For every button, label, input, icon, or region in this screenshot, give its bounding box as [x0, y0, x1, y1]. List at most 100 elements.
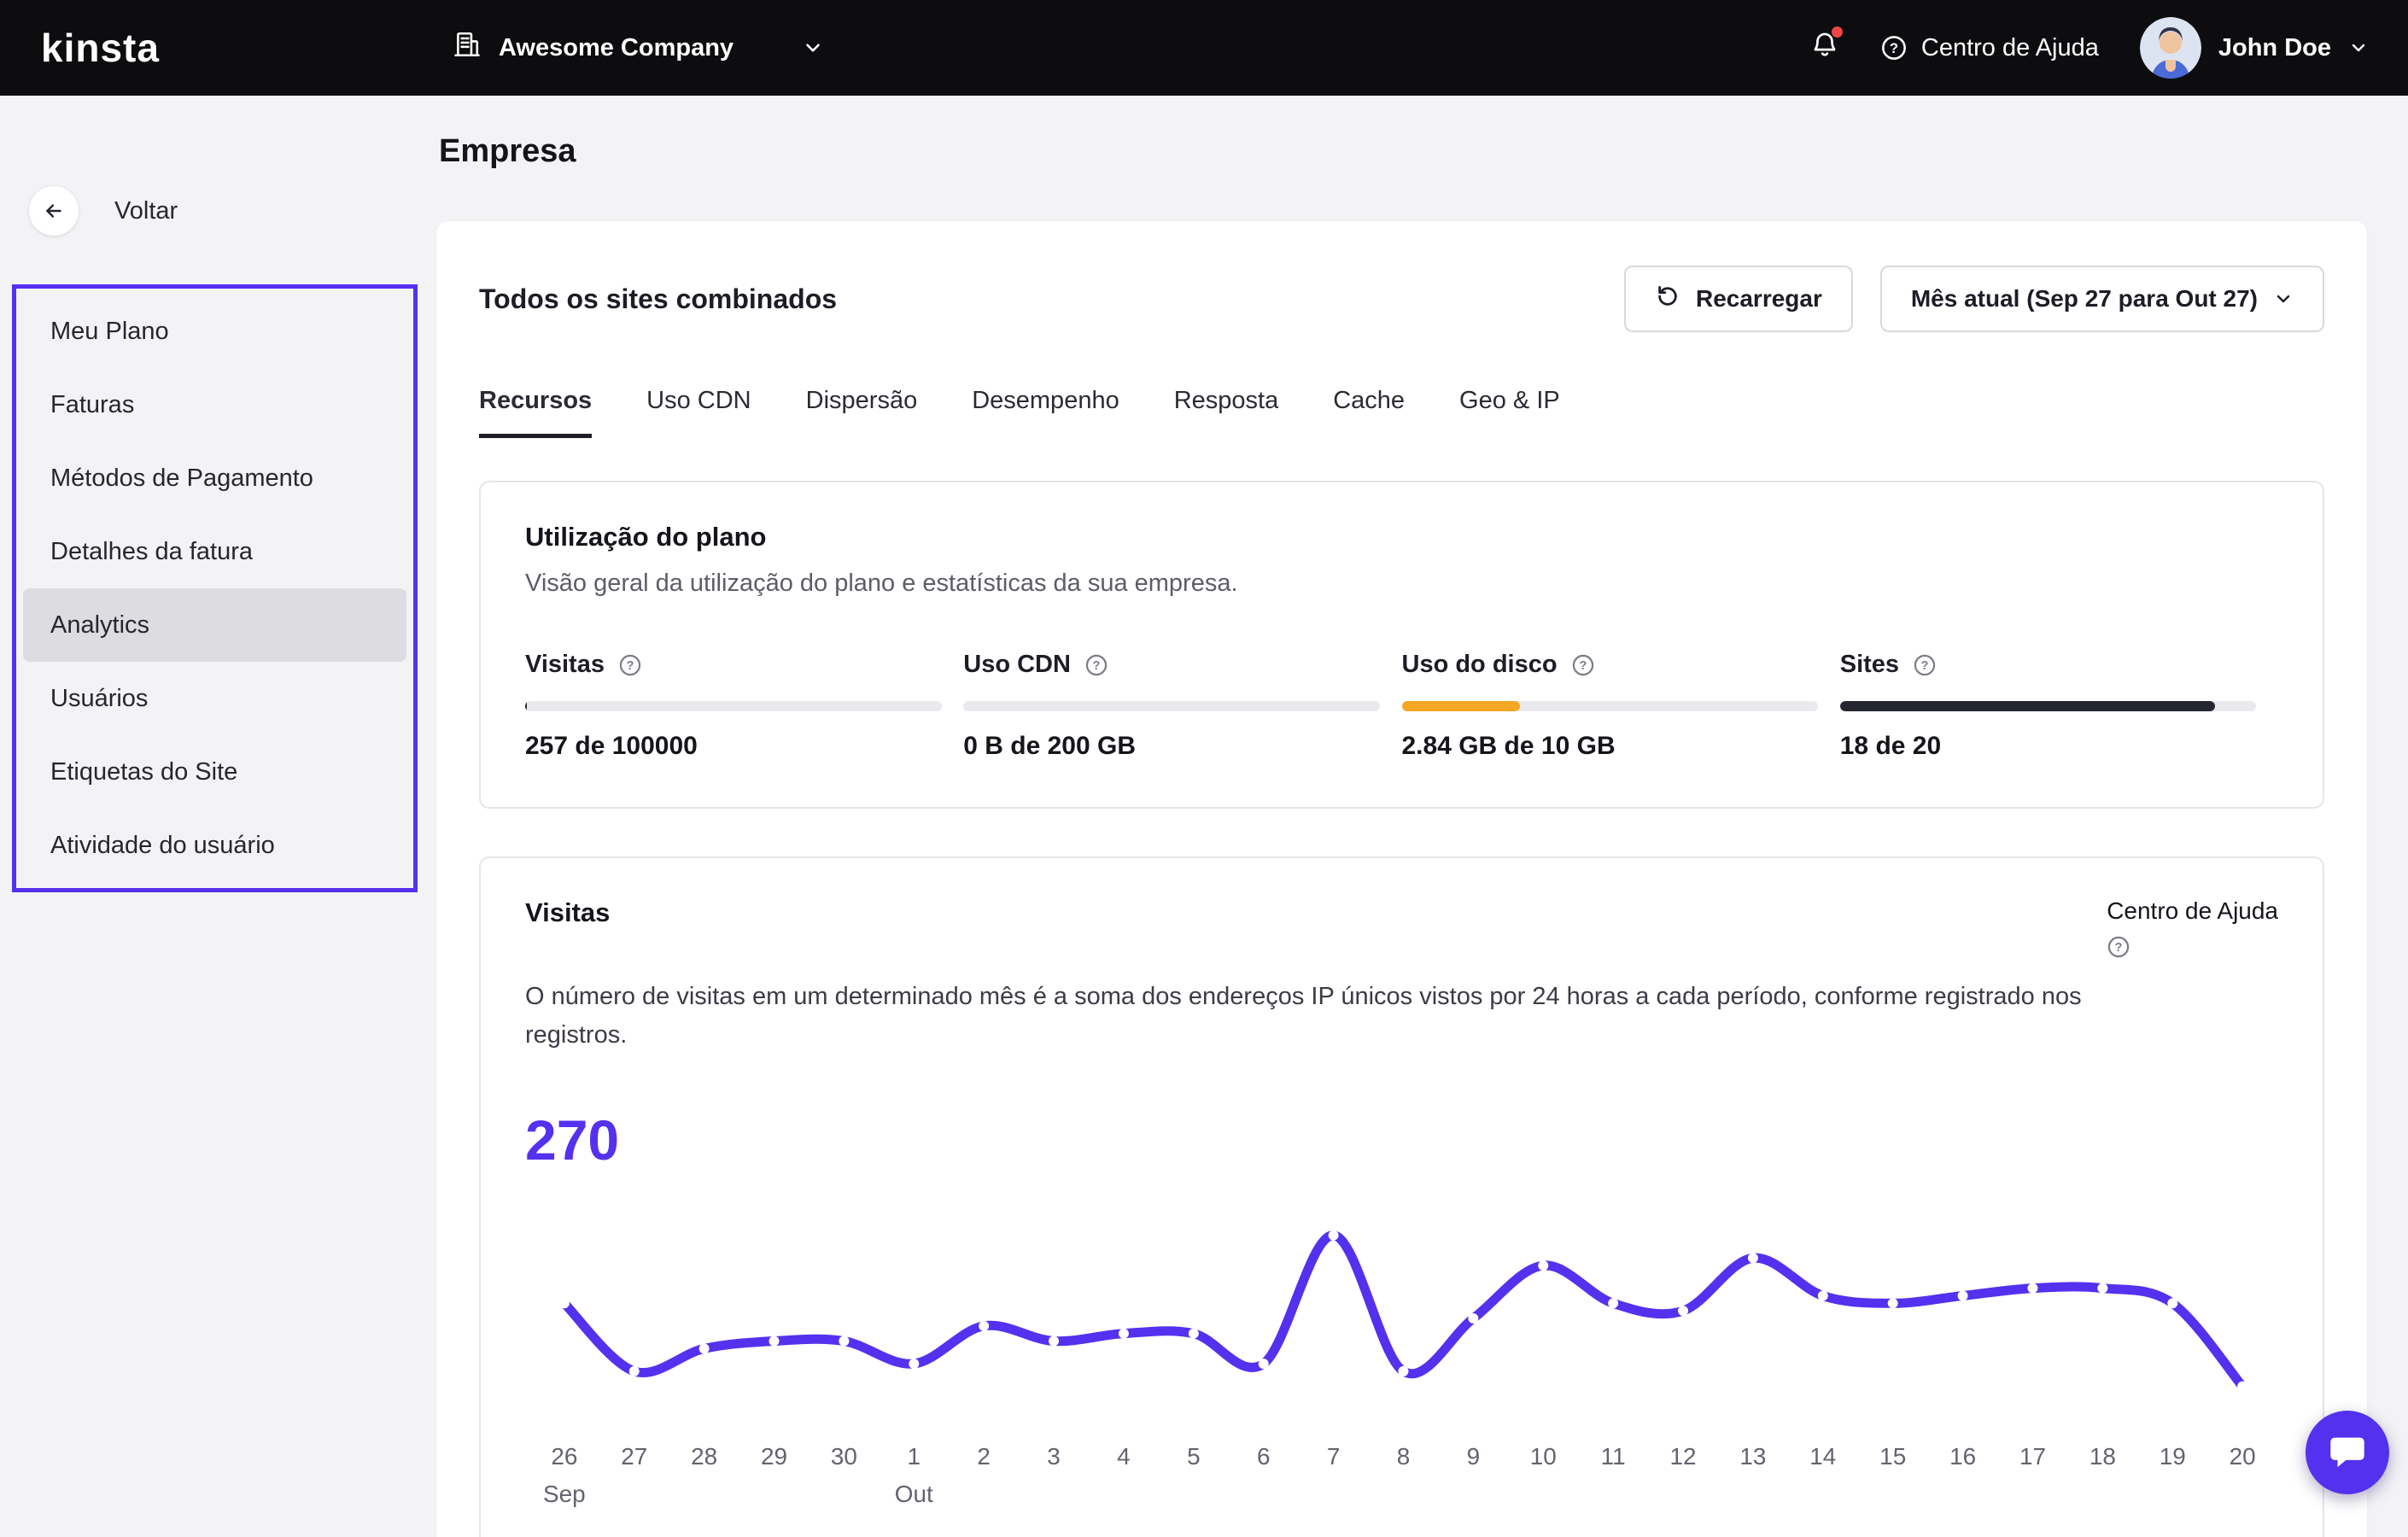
topbar: Kinsta Awesome Company — [0, 0, 2408, 96]
info-icon[interactable]: ? — [1571, 653, 1595, 677]
progress-bar-track — [525, 701, 942, 711]
svg-text:4: 4 — [1117, 1443, 1131, 1470]
help-center-link[interactable]: ? Centro de Ajuda — [1880, 34, 2099, 62]
svg-text:16: 16 — [1949, 1443, 1976, 1470]
tab[interactable]: Geo & IP — [1459, 387, 1560, 438]
svg-text:19: 19 — [2160, 1443, 2186, 1470]
metric-label-row: Visitas ? — [525, 651, 963, 679]
notifications-button[interactable] — [1810, 26, 1843, 66]
tab[interactable]: Recursos — [479, 387, 593, 438]
chat-icon — [2328, 1432, 2367, 1474]
visits-header: Visitas Centro de Ajuda ? — [525, 897, 2278, 959]
usage-metrics: Visitas ? 257 de 100000 Uso CDN ? 0 B de… — [525, 651, 2278, 761]
tab[interactable]: Uso CDN — [646, 387, 751, 438]
svg-text:27: 27 — [621, 1443, 647, 1470]
svg-text:Sep: Sep — [543, 1481, 586, 1507]
back-label: Voltar — [114, 196, 178, 225]
chevron-down-icon — [2348, 38, 2369, 58]
tab[interactable]: Cache — [1333, 387, 1405, 438]
tab[interactable]: Desempenho — [972, 387, 1119, 438]
company-selector[interactable]: Awesome Company — [453, 0, 824, 96]
progress-bar-track — [963, 701, 1380, 711]
svg-text:7: 7 — [1327, 1443, 1341, 1470]
kinsta-logo[interactable]: Kinsta — [41, 0, 160, 96]
sidebar-item[interactable]: Meu Plano — [23, 295, 406, 368]
help-center-link[interactable]: Centro de Ajuda ? — [2107, 897, 2278, 959]
sidebar-item-label: Meu Plano — [50, 317, 169, 345]
svg-text:5: 5 — [1187, 1443, 1201, 1470]
sidebar-item[interactable]: Métodos de Pagamento — [23, 441, 406, 515]
back-nav[interactable]: Voltar — [29, 186, 178, 236]
svg-text:12: 12 — [1670, 1443, 1697, 1470]
visits-title: Visitas — [525, 897, 611, 927]
building-icon — [453, 30, 482, 66]
company-analytics-card: Todos os sites combinados Recarregar Mês… — [436, 221, 2367, 1537]
svg-text:9: 9 — [1467, 1443, 1481, 1470]
svg-text:18: 18 — [2089, 1443, 2116, 1470]
svg-text:?: ? — [1921, 659, 1929, 673]
visits-chart-svg: 26 27 28 29 30 1 2 3 4 5 6 7 8 9 10 11 12 13 14 15 16 17 18 19 2… — [543, 1230, 2256, 1507]
visits-total: 270 — [525, 1107, 620, 1172]
sidebar-item[interactable]: Usuários — [23, 662, 406, 735]
metric-value: 0 B de 200 GB — [963, 732, 1137, 760]
visits-description: O número de visitas em um determinado mê… — [525, 983, 2082, 1049]
info-icon[interactable]: ? — [1084, 653, 1108, 677]
svg-text:14: 14 — [1809, 1443, 1836, 1470]
svg-text:11: 11 — [1601, 1443, 1626, 1470]
svg-text:?: ? — [627, 659, 634, 673]
chat-widget-button[interactable] — [2306, 1411, 2389, 1494]
sidebar-item-label: Analytics — [50, 611, 150, 639]
period-select[interactable]: Mês atual (Sep 27 para Out 27) — [1879, 266, 2324, 332]
progress-bar-track — [1839, 701, 2257, 711]
back-button[interactable] — [29, 186, 79, 236]
metric-value: 2.84 GB de 10 GB — [1401, 732, 1616, 760]
metric-label: Sites — [1839, 651, 1900, 678]
user-menu[interactable]: John Doe — [2139, 17, 2369, 79]
header-actions: Recarregar Mês atual (Sep 27 para Out 27… — [1623, 266, 2324, 332]
info-icon[interactable]: ? — [1913, 653, 1937, 677]
sidebar-item-label: Usuários — [50, 684, 149, 712]
metric-value: 18 de 20 — [1839, 732, 1942, 760]
help-center-label: Centro de Ajuda — [2107, 897, 2278, 924]
usage-metric: Visitas ? 257 de 100000 — [525, 651, 963, 761]
sidebar-item[interactable]: Analytics — [23, 588, 406, 662]
question-circle-icon: ? — [1880, 34, 1908, 61]
tab[interactable]: Resposta — [1174, 387, 1279, 438]
reload-label: Recarregar — [1695, 285, 1822, 312]
metric-label: Uso CDN — [963, 651, 1071, 678]
svg-text:3: 3 — [1047, 1443, 1061, 1470]
sidebar-item[interactable]: Atividade do usuário — [23, 809, 406, 882]
progress-bar-track — [1401, 701, 1819, 711]
notification-dot — [1831, 26, 1843, 38]
progress-bar-fill — [1401, 701, 1520, 711]
svg-text:29: 29 — [761, 1443, 787, 1470]
sidebar-item-label: Métodos de Pagamento — [50, 464, 313, 492]
usage-metric: Uso CDN ? 0 B de 200 GB — [963, 651, 1401, 761]
sidebar-item[interactable]: Faturas — [23, 368, 406, 441]
metric-label: Visitas — [525, 651, 605, 678]
info-icon[interactable]: ? — [618, 653, 642, 677]
reload-button[interactable]: Recarregar — [1623, 266, 1853, 332]
sidebar-item-label: Faturas — [50, 390, 135, 418]
card-title: Todos os sites combinados — [479, 283, 838, 314]
tab[interactable]: Dispersão — [806, 387, 918, 438]
avatar — [2139, 17, 2201, 79]
metric-label: Uso do disco — [1401, 651, 1558, 678]
svg-text:?: ? — [2115, 941, 2123, 955]
svg-text:?: ? — [1092, 659, 1100, 673]
sidebar-item[interactable]: Etiquetas do Site — [23, 735, 406, 809]
metric-label-row: Uso do disco ? — [1402, 651, 1840, 679]
chevron-down-icon — [2273, 289, 2294, 309]
sidebar-item[interactable]: Detalhes da fatura — [23, 515, 406, 588]
question-circle-icon: ? — [2107, 935, 2130, 959]
svg-text:6: 6 — [1257, 1443, 1271, 1470]
progress-bar-fill — [525, 701, 527, 711]
svg-text:28: 28 — [691, 1443, 717, 1470]
svg-text:10: 10 — [1530, 1443, 1557, 1470]
svg-text:8: 8 — [1397, 1443, 1411, 1470]
usage-subtitle: Visão geral da utilização do plano e est… — [525, 570, 1238, 597]
sidebar-item-label: Etiquetas do Site — [50, 757, 238, 786]
visits-card: Visitas Centro de Ajuda ? O número de vi… — [479, 856, 2324, 1537]
usage-metric: Sites ? 18 de 20 — [1839, 651, 2278, 761]
help-center-label: Centro de Ajuda — [1920, 33, 2099, 61]
